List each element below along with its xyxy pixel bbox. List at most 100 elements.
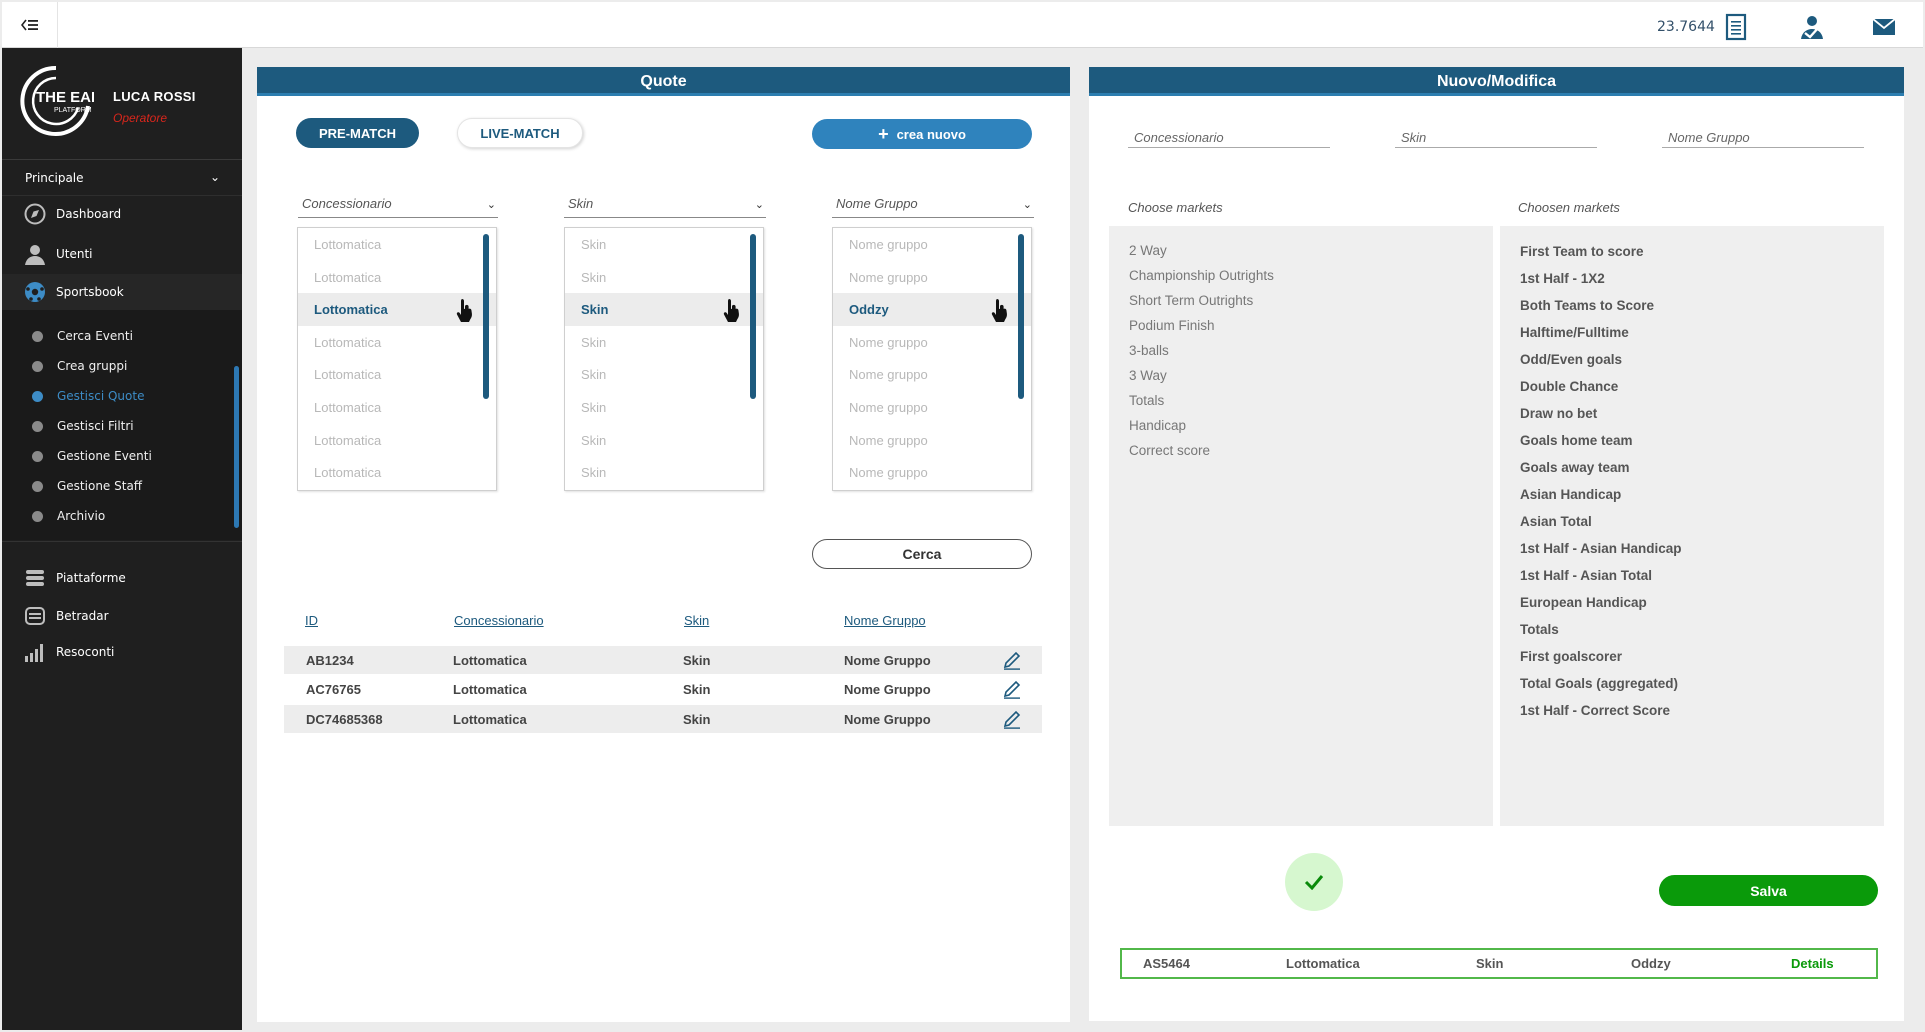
market-option[interactable]: Correct score bbox=[1109, 438, 1493, 463]
list-option-selected[interactable]: Lottomatica bbox=[298, 293, 496, 326]
chosen-market-item[interactable]: Goals home team bbox=[1500, 427, 1884, 454]
chosen-market-item[interactable]: Halftime/Fulltime bbox=[1500, 319, 1884, 346]
list-option[interactable]: Skin bbox=[565, 391, 763, 424]
market-option[interactable]: Handicap bbox=[1109, 413, 1493, 438]
result-row[interactable]: AS5464 Lottomatica Skin Oddzy Details bbox=[1120, 948, 1878, 979]
skin-listbox[interactable]: Skin Skin Skin Skin Skin Skin Skin Skin bbox=[564, 227, 764, 491]
chosen-market-item[interactable]: Both Teams to Score bbox=[1500, 292, 1884, 319]
listbox-scrollbar[interactable] bbox=[483, 234, 489, 399]
mail-icon[interactable] bbox=[1870, 13, 1898, 41]
nome-gruppo-dropdown[interactable]: Nome Gruppo ⌄ bbox=[832, 196, 1034, 218]
chosen-market-item[interactable]: 1st Half - Asian Total bbox=[1500, 562, 1884, 589]
list-option[interactable]: Nome gruppo bbox=[833, 228, 1031, 261]
column-header-id[interactable]: ID bbox=[305, 613, 318, 628]
nav-dashboard[interactable]: Dashboard bbox=[2, 196, 242, 232]
sub-gestione-eventi[interactable]: Gestione Eventi bbox=[2, 442, 237, 470]
list-option[interactable]: Lottomatica bbox=[298, 228, 496, 261]
concessionario-dropdown[interactable]: Concessionario ⌄ bbox=[298, 196, 498, 218]
edit-pencil-icon[interactable] bbox=[1002, 709, 1022, 729]
details-link[interactable]: Details bbox=[1791, 956, 1834, 971]
list-option[interactable]: Lottomatica bbox=[298, 391, 496, 424]
chosen-market-item[interactable]: Draw no bet bbox=[1500, 400, 1884, 427]
tab-prematch[interactable]: PRE-MATCH bbox=[296, 118, 419, 148]
chosen-market-item[interactable]: Asian Handicap bbox=[1500, 481, 1884, 508]
market-option[interactable]: 2 Way bbox=[1109, 238, 1493, 263]
list-option[interactable]: Lottomatica bbox=[298, 424, 496, 457]
nav-piattaforme[interactable]: Piattaforme bbox=[2, 560, 242, 596]
list-option[interactable]: Skin bbox=[565, 424, 763, 457]
chosen-markets-list[interactable]: First Team to score 1st Half - 1X2 Both … bbox=[1500, 226, 1884, 826]
concessionario-listbox[interactable]: Lottomatica Lottomatica Lottomatica Lott… bbox=[297, 227, 497, 491]
list-option[interactable]: Nome gruppo bbox=[833, 424, 1031, 457]
list-option-selected[interactable]: Oddzy bbox=[833, 293, 1031, 326]
sub-gestisci-quote[interactable]: Gestisci Quote bbox=[2, 382, 237, 410]
market-option[interactable]: Short Term Outrights bbox=[1109, 288, 1493, 313]
nav-sportsbook[interactable]: Sportsbook bbox=[2, 274, 242, 310]
choose-markets-list[interactable]: 2 Way Championship Outrights Short Term … bbox=[1109, 226, 1493, 826]
sub-gestisci-filtri[interactable]: Gestisci Filtri bbox=[2, 412, 237, 440]
chosen-market-item[interactable]: 1st Half - 1X2 bbox=[1500, 265, 1884, 292]
list-option[interactable]: Nome gruppo bbox=[833, 261, 1031, 294]
table-row[interactable]: DC74685368 Lottomatica Skin Nome Gruppo bbox=[284, 705, 1042, 733]
nome-gruppo-input[interactable]: Nome Gruppo bbox=[1662, 124, 1864, 148]
list-option[interactable]: Nome gruppo bbox=[833, 391, 1031, 424]
chosen-market-item[interactable]: Odd/Even goals bbox=[1500, 346, 1884, 373]
nome-gruppo-listbox[interactable]: Nome gruppo Nome gruppo Oddzy Nome grupp… bbox=[832, 227, 1032, 491]
chosen-market-item[interactable]: European Handicap bbox=[1500, 589, 1884, 616]
list-option[interactable]: Skin bbox=[565, 228, 763, 261]
market-option[interactable]: 3 Way bbox=[1109, 363, 1493, 388]
nav-resoconti[interactable]: Resoconti bbox=[2, 634, 242, 670]
skin-dropdown[interactable]: Skin ⌄ bbox=[564, 196, 766, 218]
menu-collapse-icon[interactable] bbox=[2, 2, 58, 48]
nav-betradar[interactable]: Betradar bbox=[2, 598, 242, 634]
chosen-market-item[interactable]: 1st Half - Asian Handicap bbox=[1500, 535, 1884, 562]
listbox-scrollbar[interactable] bbox=[750, 234, 756, 399]
tab-livematch[interactable]: LIVE-MATCH bbox=[457, 118, 583, 148]
user-transfer-icon[interactable] bbox=[1798, 13, 1826, 41]
chosen-market-item[interactable]: Totals bbox=[1500, 616, 1884, 643]
market-option[interactable]: 3-balls bbox=[1109, 338, 1493, 363]
table-row[interactable]: AC76765 Lottomatica Skin Nome Gruppo bbox=[284, 675, 1042, 703]
table-row[interactable]: AB1234 Lottomatica Skin Nome Gruppo bbox=[284, 646, 1042, 674]
chosen-market-item[interactable]: First goalscorer bbox=[1500, 643, 1884, 670]
list-option[interactable]: Nome gruppo bbox=[833, 358, 1031, 391]
create-new-button[interactable]: + crea nuovo bbox=[812, 119, 1032, 149]
chosen-market-item[interactable]: 1st Half - Correct Score bbox=[1500, 697, 1884, 724]
receipt-icon[interactable] bbox=[1722, 13, 1750, 41]
edit-pencil-icon[interactable] bbox=[1002, 650, 1022, 670]
chosen-market-item[interactable]: First Team to score bbox=[1500, 238, 1884, 265]
search-button[interactable]: Cerca bbox=[812, 539, 1032, 569]
column-header-concessionario[interactable]: Concessionario bbox=[454, 613, 544, 628]
list-option[interactable]: Lottomatica bbox=[298, 261, 496, 294]
chosen-market-item[interactable]: Total Goals (aggregated) bbox=[1500, 670, 1884, 697]
column-header-nome-gruppo[interactable]: Nome Gruppo bbox=[844, 613, 926, 628]
chosen-market-item[interactable]: Asian Total bbox=[1500, 508, 1884, 535]
edit-pencil-icon[interactable] bbox=[1002, 679, 1022, 699]
list-option[interactable]: Lottomatica bbox=[298, 456, 496, 489]
column-header-skin[interactable]: Skin bbox=[684, 613, 709, 628]
nav-utenti[interactable]: Utenti bbox=[2, 236, 242, 272]
list-option[interactable]: Skin bbox=[565, 358, 763, 391]
sub-gestione-staff[interactable]: Gestione Staff bbox=[2, 472, 237, 500]
skin-input[interactable]: Skin bbox=[1395, 124, 1597, 148]
list-option[interactable]: Nome gruppo bbox=[833, 326, 1031, 359]
market-option[interactable]: Championship Outrights bbox=[1109, 263, 1493, 288]
list-option[interactable]: Skin bbox=[565, 456, 763, 489]
chosen-market-item[interactable]: Double Chance bbox=[1500, 373, 1884, 400]
sub-archivio[interactable]: Archivio bbox=[2, 502, 237, 530]
market-option[interactable]: Totals bbox=[1109, 388, 1493, 413]
chosen-market-item[interactable]: Goals away team bbox=[1500, 454, 1884, 481]
list-option[interactable]: Nome gruppo bbox=[833, 456, 1031, 489]
market-option[interactable]: Podium Finish bbox=[1109, 313, 1493, 338]
list-option-selected[interactable]: Skin bbox=[565, 293, 763, 326]
list-option[interactable]: Lottomatica bbox=[298, 358, 496, 391]
save-button[interactable]: Salva bbox=[1659, 875, 1878, 906]
concessionario-input[interactable]: Concessionario bbox=[1128, 124, 1330, 148]
listbox-scrollbar[interactable] bbox=[1018, 234, 1024, 399]
list-option[interactable]: Skin bbox=[565, 261, 763, 294]
submenu-scrollbar[interactable] bbox=[234, 366, 239, 528]
section-principale[interactable]: Principale ⌄ bbox=[2, 160, 242, 196]
list-option[interactable]: Lottomatica bbox=[298, 326, 496, 359]
list-option[interactable]: Skin bbox=[565, 326, 763, 359]
sub-crea-gruppi[interactable]: Crea gruppi bbox=[2, 352, 237, 380]
